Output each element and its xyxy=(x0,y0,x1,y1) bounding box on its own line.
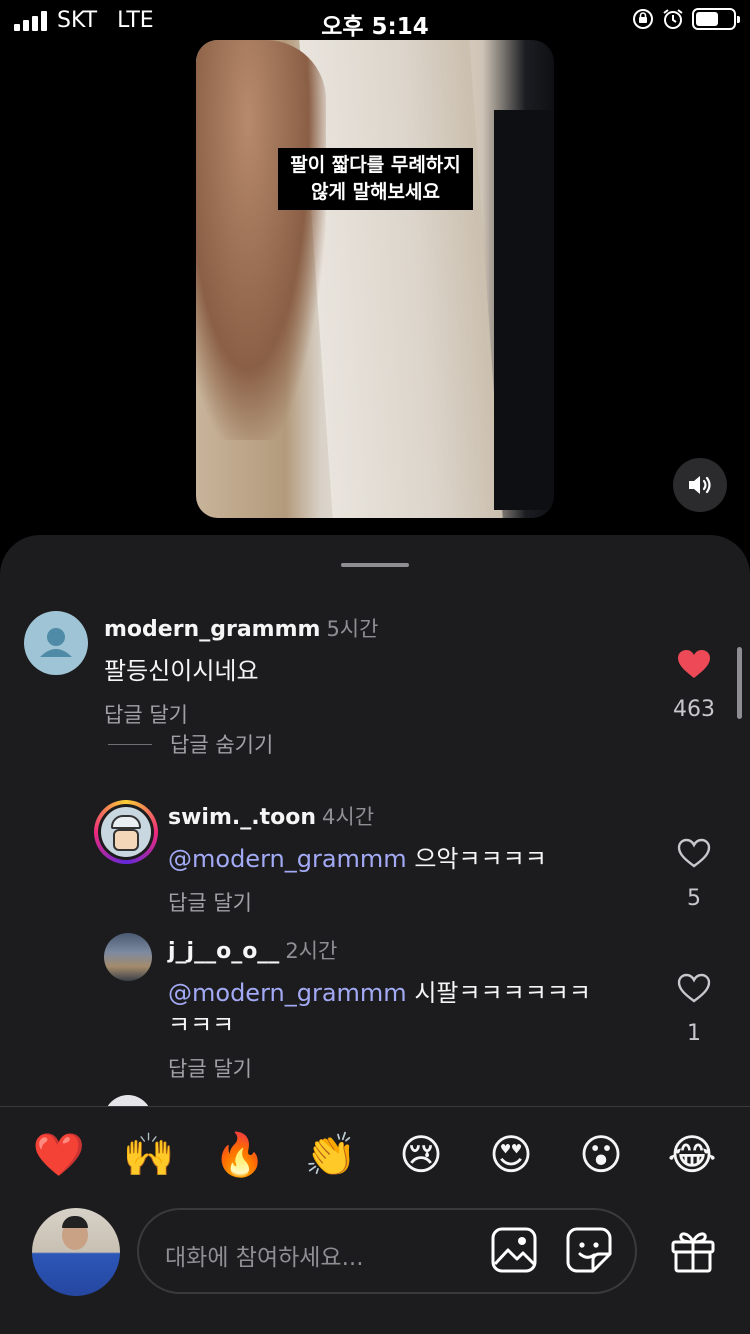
laughing-emoji[interactable]: 😂 xyxy=(664,1127,720,1183)
alarm-icon xyxy=(663,9,683,29)
speaker-icon xyxy=(689,476,711,494)
caption-line-2: 않게 말해보세요 xyxy=(311,181,440,203)
caption-line-1: 팔이 짧다를 무례하지 xyxy=(290,154,461,176)
scrollbar[interactable] xyxy=(737,647,742,719)
like-count: 5 xyxy=(687,886,701,911)
hide-replies-button[interactable]: 답글 숨기기 xyxy=(108,729,273,759)
comment-input[interactable]: 대화에 참여하세요... xyxy=(137,1208,637,1294)
heart-emoji[interactable]: ❤️ xyxy=(31,1127,87,1183)
video-door-shape xyxy=(299,40,503,518)
heart-eyes-emoji[interactable]: 😍 xyxy=(483,1127,539,1183)
comment-time: 4시간 xyxy=(322,805,375,829)
comment-composer: ❤️ 🙌 🔥 👏 😢 😍 😮 😂 대화에 참여하세요... xyxy=(0,1106,750,1334)
sheet-grabber[interactable] xyxy=(341,563,409,567)
comment-body-continued: ㅋㅋㅋ xyxy=(168,1011,235,1039)
sticker-icon[interactable] xyxy=(565,1226,613,1274)
video-background-shape xyxy=(494,110,554,510)
video-caption: 팔이 짧다를 무례하지 않게 말해보세요 xyxy=(278,148,473,210)
heart-outline-icon xyxy=(677,973,711,1003)
orientation-lock-icon xyxy=(633,9,653,29)
thread-line xyxy=(108,743,152,745)
video-arm-shape xyxy=(196,40,326,440)
like-button[interactable]: 463 xyxy=(664,649,724,722)
comment-time: 5시간 xyxy=(326,617,379,641)
status-bar: SKT LTE 오후 5:14 xyxy=(0,0,750,40)
comment-input-placeholder: 대화에 참여하세요... xyxy=(165,1245,364,1271)
reply-button[interactable]: 답글 달기 xyxy=(104,699,644,729)
mention-link[interactable]: @modern_grammm xyxy=(168,845,407,873)
avatar[interactable] xyxy=(94,800,158,864)
gift-icon[interactable] xyxy=(669,1226,717,1274)
avatar[interactable] xyxy=(24,611,88,675)
avatar[interactable] xyxy=(104,933,152,981)
like-count: 1 xyxy=(687,1021,701,1046)
comment-text: @modern_grammm 으악ㅋㅋㅋㅋ xyxy=(168,843,648,875)
mention-link[interactable]: @modern_grammm xyxy=(168,979,407,1007)
comment-username[interactable]: modern_grammm xyxy=(104,617,320,642)
like-button[interactable]: 1 xyxy=(664,973,724,1046)
surprised-emoji[interactable]: 😮 xyxy=(573,1127,629,1183)
image-icon[interactable] xyxy=(490,1226,538,1274)
my-avatar[interactable] xyxy=(32,1208,120,1296)
comment: modern_grammm 5시간 팔등신이시네요 답글 달기 xyxy=(104,613,644,729)
comment-username[interactable]: j_j__o_o__ xyxy=(168,939,279,964)
reply-button[interactable]: 답글 달기 xyxy=(168,1053,648,1083)
fire-emoji[interactable]: 🔥 xyxy=(212,1127,268,1183)
comment-text: @modern_grammm 시팔ㅋㅋㅋㅋㅋㅋ ㅋㅋㅋ xyxy=(168,977,648,1041)
hide-replies-label: 답글 숨기기 xyxy=(170,733,274,757)
comment-time: 2시간 xyxy=(285,939,338,963)
comment: swim._.toon 4시간 @modern_grammm 으악ㅋㅋㅋㅋ 답글 … xyxy=(168,801,648,917)
heart-filled-icon xyxy=(678,650,710,678)
battery-icon xyxy=(692,8,740,30)
quick-reactions: ❤️ 🙌 🔥 👏 😢 😍 😮 😂 xyxy=(0,1127,750,1183)
comment: j_j__o_o__ 2시간 @modern_grammm 시팔ㅋㅋㅋㅋㅋㅋ ㅋㅋ… xyxy=(168,935,648,1083)
comment-body: 으악ㅋㅋㅋㅋ xyxy=(414,845,547,873)
clapping-emoji[interactable]: 👏 xyxy=(303,1127,359,1183)
reply-button[interactable]: 답글 달기 xyxy=(168,887,648,917)
like-count: 463 xyxy=(673,697,715,722)
raised-hands-emoji[interactable]: 🙌 xyxy=(121,1127,177,1183)
heart-outline-icon xyxy=(677,838,711,868)
crying-emoji[interactable]: 😢 xyxy=(393,1127,449,1183)
reel-video[interactable]: 팔이 짧다를 무례하지 않게 말해보세요 xyxy=(196,40,554,518)
like-button[interactable]: 5 xyxy=(664,838,724,911)
default-user-icon xyxy=(40,628,72,657)
sound-toggle-button[interactable] xyxy=(673,458,727,512)
comment-username[interactable]: swim._.toon xyxy=(168,805,316,830)
comment-body: 시팔ㅋㅋㅋㅋㅋㅋ xyxy=(414,979,591,1007)
comment-text: 팔등신이시네요 xyxy=(104,657,259,685)
